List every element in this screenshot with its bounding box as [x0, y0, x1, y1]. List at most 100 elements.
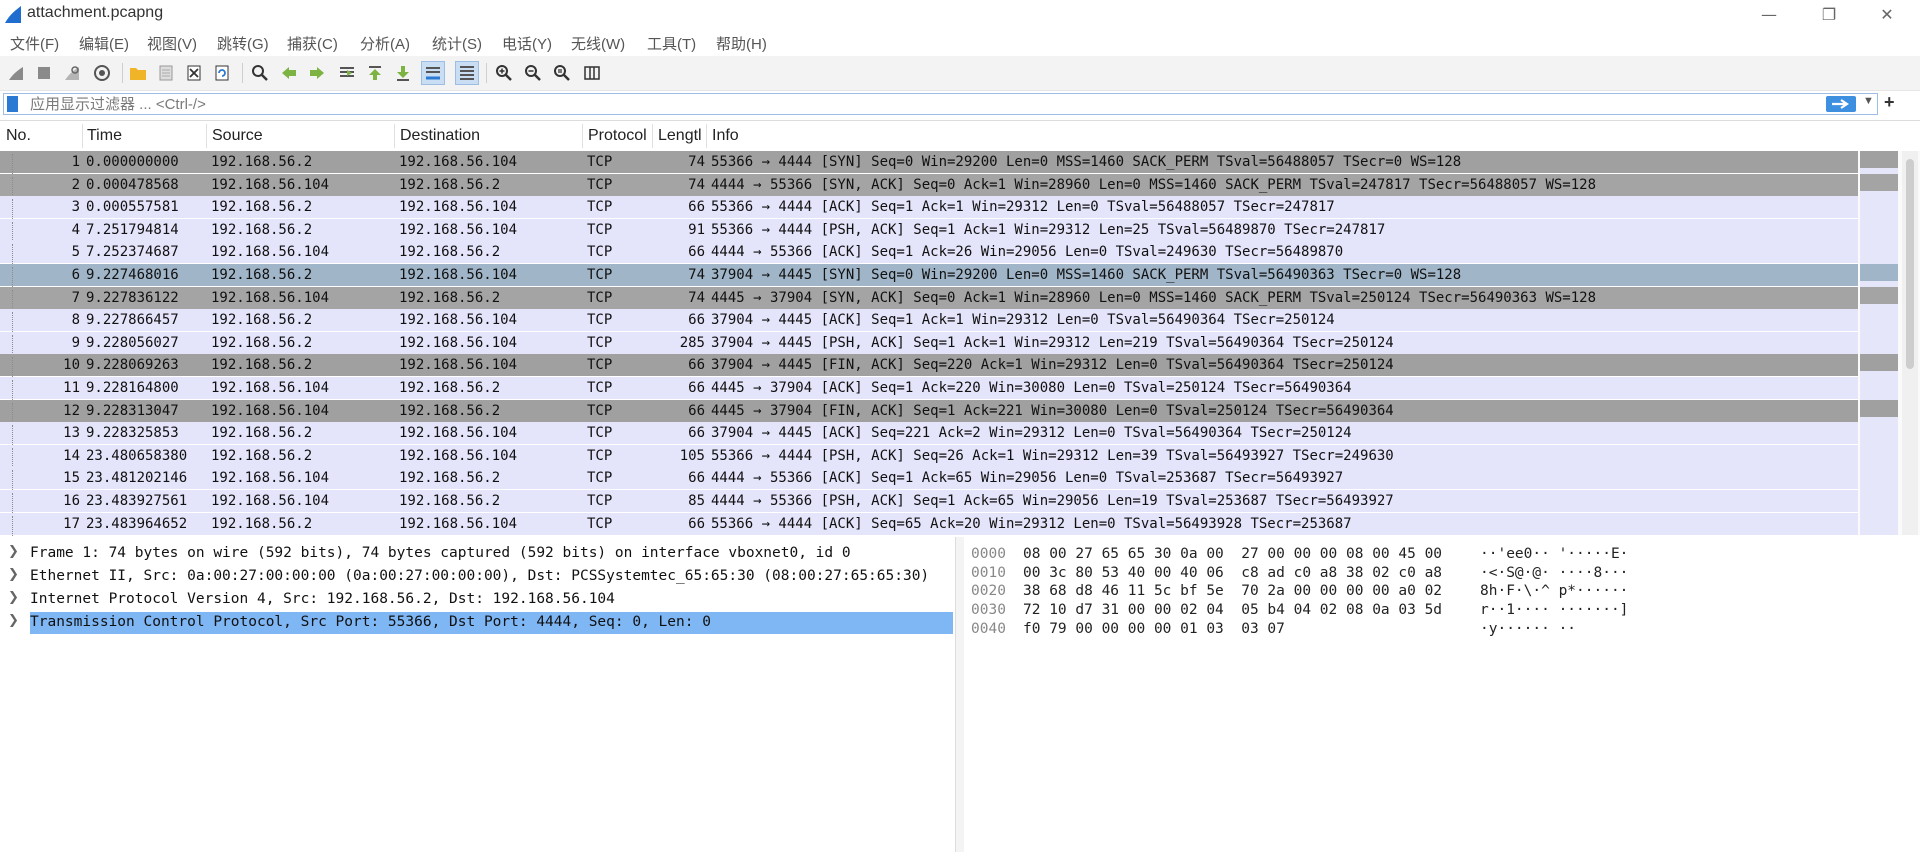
- packet-row[interactable]: 14 23.480658380 192.168.56.2 192.168.56.104…: [0, 444, 1858, 470]
- packet-row[interactable]: 3 0.000557581 192.168.56.2 192.168.56.104 TC…: [0, 196, 1858, 222]
- column-separator[interactable]: [206, 124, 207, 148]
- column-separator[interactable]: [82, 124, 83, 148]
- chevron-right-icon[interactable]: ❯: [8, 613, 19, 628]
- restart-capture-icon[interactable]: [60, 61, 84, 85]
- resize-columns-icon[interactable]: [580, 61, 604, 85]
- packet-number: 15: [63, 470, 80, 487]
- vertical-scrollbar[interactable]: [1902, 151, 1918, 535]
- close-icon[interactable]: ✕: [1864, 2, 1910, 28]
- start-capture-icon[interactable]: [4, 61, 28, 85]
- toolbar-separator: [486, 63, 487, 83]
- go-first-icon[interactable]: [363, 61, 387, 85]
- column-separator[interactable]: [706, 124, 707, 148]
- packet-row[interactable]: 7 9.227836122 192.168.56.104 192.168.56.2 TC…: [0, 286, 1858, 312]
- packet-list: No. Time Source Destination Protocol Len…: [0, 120, 1920, 538]
- packet-info: 37904 → 4445 [PSH, ACK] Seq=1 Ack=1 Win=…: [711, 334, 1394, 351]
- packet-row[interactable]: 12 9.228313047 192.168.56.104 192.168.56.2 T…: [0, 399, 1858, 425]
- column-separator[interactable]: [582, 124, 583, 148]
- column-separator[interactable]: [394, 124, 395, 148]
- go-forward-icon[interactable]: [305, 61, 329, 85]
- column-separator[interactable]: [652, 124, 653, 148]
- display-filter-input[interactable]: [30, 95, 1500, 113]
- detail-ipv4[interactable]: ❯ Internet Protocol Version 4, Src: 192.…: [0, 588, 955, 610]
- open-file-icon[interactable]: [126, 61, 150, 85]
- column-destination[interactable]: Destination: [400, 127, 480, 145]
- menu-analyze[interactable]: 分析(A): [360, 33, 410, 54]
- detail-frame[interactable]: ❯ Frame 1: 74 bytes on wire (592 bits), …: [0, 542, 955, 564]
- packet-minimap[interactable]: [1860, 151, 1898, 535]
- column-time[interactable]: Time: [87, 127, 122, 145]
- packet-row[interactable]: 2 0.000478568 192.168.56.104 192.168.56.2 TC…: [0, 173, 1858, 199]
- packet-row[interactable]: 1 0.000000000 192.168.56.2 192.168.56.104 TC…: [0, 151, 1858, 176]
- stop-capture-icon[interactable]: [32, 61, 56, 85]
- packet-row[interactable]: 5 7.252374687 192.168.56.104 192.168.56.2 TC…: [0, 241, 1858, 267]
- packet-protocol: TCP: [587, 357, 613, 374]
- find-packet-icon[interactable]: [248, 61, 272, 85]
- menu-edit[interactable]: 编辑(E): [79, 33, 129, 54]
- menu-go[interactable]: 跳转(G): [217, 33, 269, 54]
- hex-row[interactable]: 0000 08 00 27 65 65 30 0a 00 27 00 00 00 …: [964, 545, 1920, 564]
- colorize-icon[interactable]: [455, 61, 479, 85]
- auto-scroll-icon[interactable]: [421, 61, 445, 85]
- chevron-down-icon[interactable]: ▼: [1863, 95, 1874, 107]
- packet-row[interactable]: 4 7.251794814 192.168.56.2 192.168.56.104 TC…: [0, 218, 1858, 244]
- packet-row[interactable]: 6 9.227468016 192.168.56.2 192.168.56.104 TC…: [0, 264, 1858, 289]
- capture-options-icon[interactable]: [90, 61, 114, 85]
- packet-length: 66: [688, 380, 705, 396]
- close-file-icon[interactable]: [182, 61, 206, 85]
- display-filter-field[interactable]: ▼: [3, 93, 1878, 115]
- pane-splitter[interactable]: [956, 537, 964, 852]
- menu-capture[interactable]: 捕获(C): [287, 33, 338, 54]
- go-to-packet-icon[interactable]: [335, 61, 359, 85]
- go-back-icon[interactable]: [277, 61, 301, 85]
- menu-view[interactable]: 视图(V): [147, 33, 197, 54]
- packet-row[interactable]: 15 23.481202146 192.168.56.104 192.168.56.2…: [0, 467, 1858, 493]
- save-file-icon[interactable]: [154, 61, 178, 85]
- packet-source: 192.168.56.2: [211, 447, 313, 464]
- zoom-normal-icon[interactable]: [550, 61, 574, 85]
- menu-help[interactable]: 帮助(H): [716, 33, 767, 54]
- scrollbar-thumb[interactable]: [1906, 159, 1914, 369]
- packet-row[interactable]: 11 9.228164800 192.168.56.104 192.168.56.2 T…: [0, 377, 1858, 402]
- menu-statistics[interactable]: 统计(S): [432, 33, 482, 54]
- zoom-out-icon[interactable]: [521, 61, 545, 85]
- detail-ethernet[interactable]: ❯ Ethernet II, Src: 0a:00:27:00:00:00 (0…: [0, 565, 955, 587]
- minimap-strip: [1860, 196, 1898, 214]
- packet-number: 14: [63, 447, 80, 464]
- hex-row[interactable]: 0010 00 3c 80 53 40 00 40 06 c8 ad c0 a8 …: [964, 564, 1920, 583]
- restore-icon[interactable]: ❐: [1806, 2, 1852, 28]
- column-no[interactable]: No.: [6, 127, 31, 145]
- bookmark-icon[interactable]: [7, 96, 18, 112]
- packet-time: 9.227468016: [86, 267, 179, 283]
- hex-row[interactable]: 0030 72 10 d7 31 00 00 02 04 05 b4 04 02 …: [964, 601, 1920, 620]
- hex-bytes: 08 00 27 65 65 30 0a 00 27 00 00 00 08 0…: [1023, 546, 1443, 562]
- packet-row[interactable]: 9 9.228056027 192.168.56.2 192.168.56.104 TC…: [0, 331, 1858, 357]
- packet-length: 74: [688, 289, 705, 306]
- column-protocol[interactable]: Protocol: [588, 127, 647, 145]
- column-source[interactable]: Source: [212, 127, 263, 145]
- packet-row[interactable]: 17 23.483964652 192.168.56.2 192.168.56.104…: [0, 512, 1858, 538]
- chevron-right-icon[interactable]: ❯: [8, 590, 19, 605]
- menu-telephony[interactable]: 电话(Y): [502, 33, 552, 54]
- packet-row[interactable]: 8 9.227866457 192.168.56.2 192.168.56.104 TC…: [0, 309, 1858, 335]
- packet-row[interactable]: 13 9.228325853 192.168.56.2 192.168.56.104 T…: [0, 422, 1858, 448]
- apply-filter-arrow-icon[interactable]: [1826, 96, 1856, 112]
- minimize-icon[interactable]: —: [1746, 2, 1792, 28]
- chevron-right-icon[interactable]: ❯: [8, 544, 19, 559]
- chevron-right-icon[interactable]: ❯: [8, 567, 19, 582]
- menu-wireless[interactable]: 无线(W): [571, 33, 625, 54]
- zoom-in-icon[interactable]: [492, 61, 516, 85]
- hex-row[interactable]: 0040 f0 79 00 00 00 00 01 03 03 07 ·y·····…: [964, 620, 1920, 639]
- packet-row[interactable]: 10 9.228069263 192.168.56.2 192.168.56.104 T…: [0, 354, 1858, 380]
- hex-row[interactable]: 0020 38 68 d8 46 11 5c bf 5e 70 2a 00 00 …: [964, 582, 1920, 601]
- detail-tcp[interactable]: ❯ Transmission Control Protocol, Src Por…: [0, 611, 955, 634]
- packet-row[interactable]: 16 23.483927561 192.168.56.104 192.168.56.2…: [0, 490, 1858, 515]
- go-last-icon[interactable]: [391, 61, 415, 85]
- menu-tools[interactable]: 工具(T): [647, 33, 696, 54]
- packet-destination: 192.168.56.104: [399, 199, 518, 216]
- add-filter-button[interactable]: +: [1884, 92, 1895, 113]
- column-length[interactable]: Lengtl: [658, 127, 702, 145]
- reload-file-icon[interactable]: [210, 61, 234, 85]
- column-info[interactable]: Info: [712, 127, 739, 145]
- menu-file[interactable]: 文件(F): [10, 33, 59, 54]
